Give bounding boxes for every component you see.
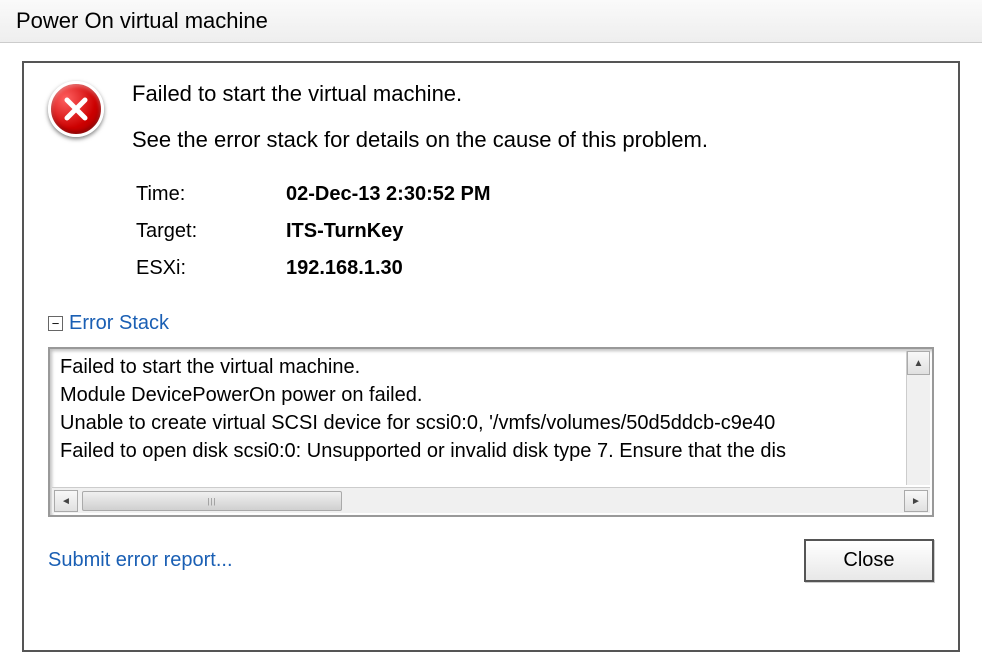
error-stack-label[interactable]: Error Stack (69, 312, 169, 335)
horizontal-scrollbar[interactable]: ◄ ||| ► (52, 487, 930, 513)
scroll-up-button[interactable]: ▲ (907, 351, 930, 375)
error-subtext: See the error stack for details on the c… (132, 127, 934, 153)
dialog-footer: Submit error report... Close (48, 539, 934, 582)
stack-line: Unable to create virtual SCSI device for… (60, 409, 902, 437)
stack-line: Failed to open disk scsi0:0: Unsupported… (60, 437, 902, 465)
esxi-value: 192.168.1.30 (286, 251, 491, 286)
error-icon (48, 81, 104, 137)
window-title: Power On virtual machine (16, 8, 268, 33)
error-heading: Failed to start the virtual machine. (132, 81, 934, 107)
title-bar: Power On virtual machine (0, 0, 982, 43)
scroll-left-button[interactable]: ◄ (54, 490, 78, 512)
icon-column (48, 81, 112, 288)
vertical-scrollbar[interactable]: ▲ (906, 351, 930, 485)
stack-line: Module DevicePowerOn power on failed. (60, 381, 902, 409)
dialog-window: Power On virtual machine Failed to start… (0, 0, 982, 670)
error-stack-content: Failed to start the virtual machine. Mod… (60, 353, 902, 485)
collapse-toggle[interactable]: − (48, 316, 63, 331)
top-section: Failed to start the virtual machine. See… (48, 81, 934, 288)
details-table: Time: 02-Dec-13 2:30:52 PM Target: ITS-T… (132, 175, 493, 288)
target-value: ITS-TurnKey (286, 214, 491, 249)
time-label: Time: (134, 177, 284, 212)
submit-error-report-link[interactable]: Submit error report... (48, 549, 233, 572)
error-stack-box: Failed to start the virtual machine. Mod… (48, 347, 934, 517)
minus-icon: − (52, 317, 60, 330)
scroll-thumb[interactable]: ||| (82, 491, 342, 511)
target-label: Target: (134, 214, 284, 249)
close-button[interactable]: Close (804, 539, 934, 582)
x-icon (62, 95, 90, 123)
scroll-right-button[interactable]: ► (904, 490, 928, 512)
message-column: Failed to start the virtual machine. See… (132, 81, 934, 288)
stack-line: Failed to start the virtual machine. (60, 353, 902, 381)
dialog-body: Failed to start the virtual machine. See… (22, 61, 960, 652)
error-stack-header: − Error Stack (48, 312, 934, 335)
time-value: 02-Dec-13 2:30:52 PM (286, 177, 491, 212)
esxi-label: ESXi: (134, 251, 284, 286)
